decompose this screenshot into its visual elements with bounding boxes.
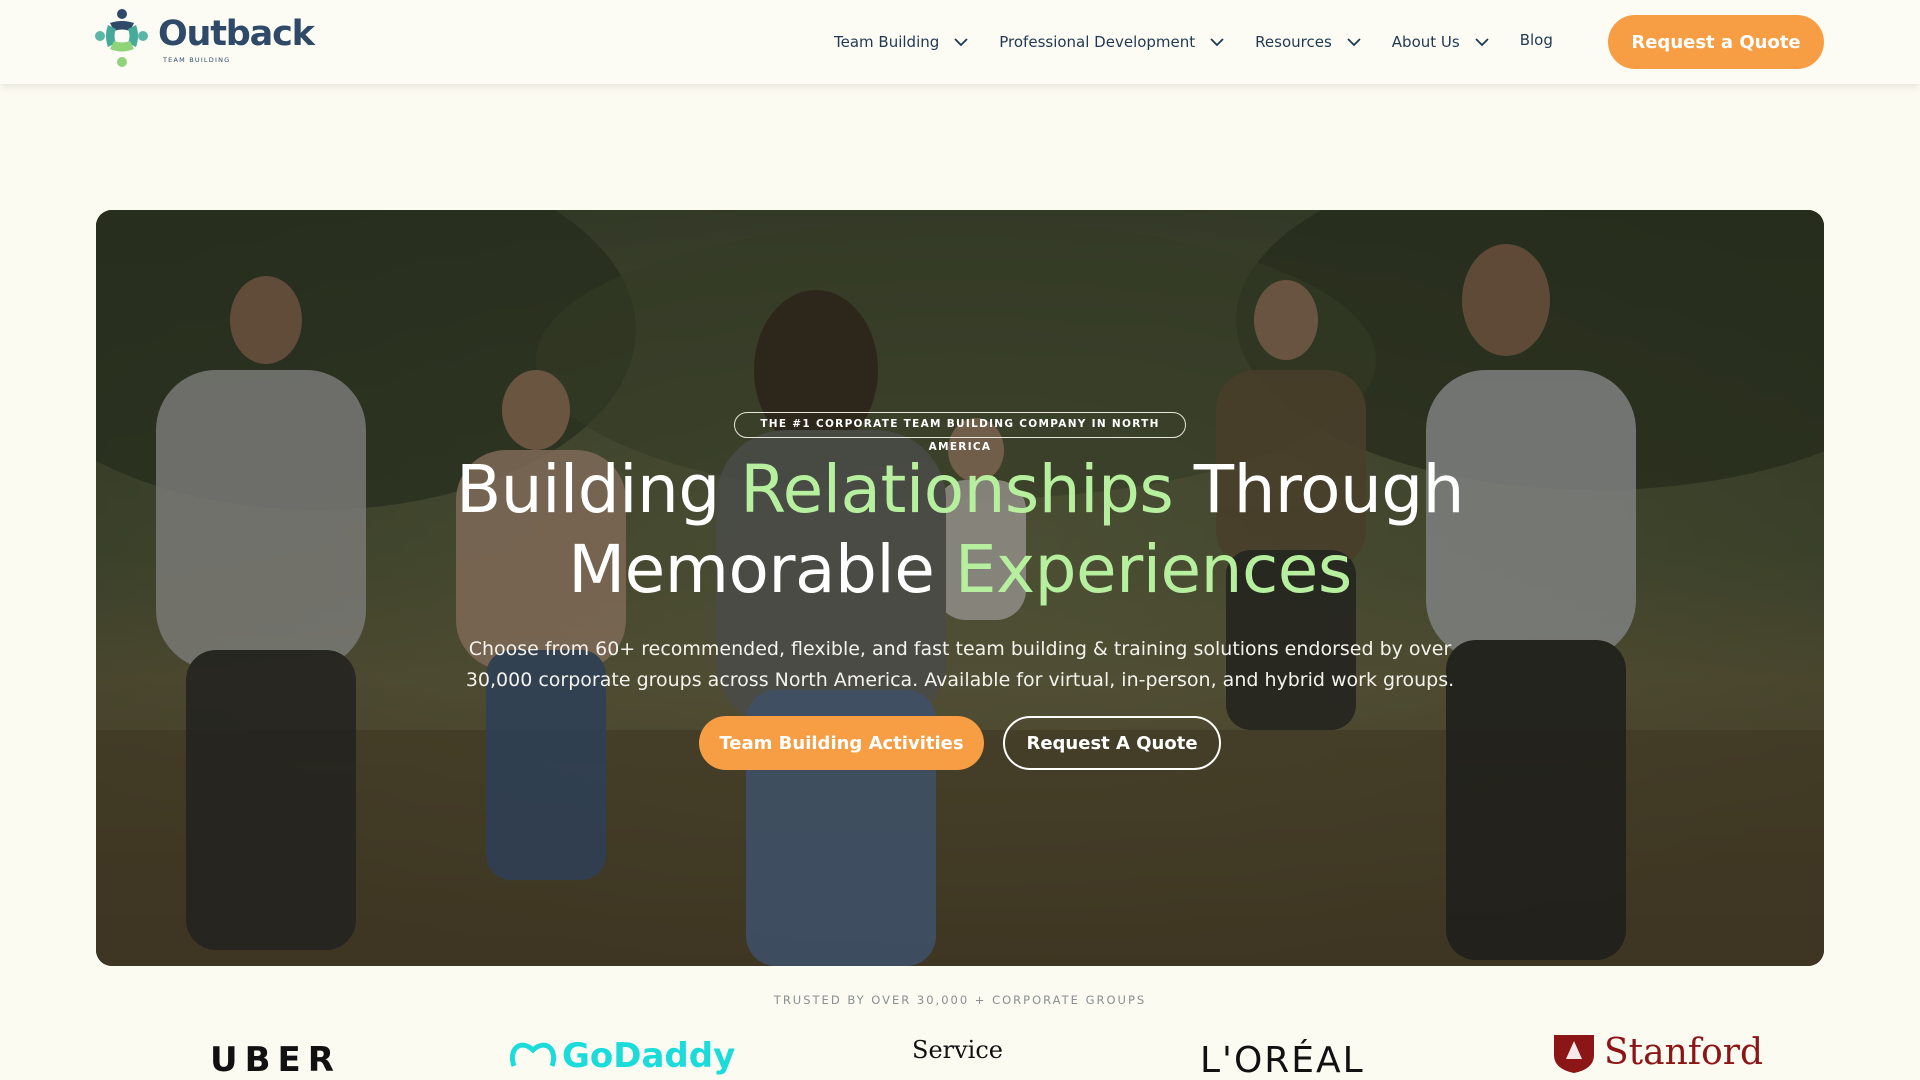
nav-item-professional-development[interactable]: Professional Development <box>985 0 1241 84</box>
chevron-down-icon <box>953 34 969 50</box>
logo-tagline: TEAM BUILDING <box>163 56 231 64</box>
main-nav: Team Building Professional Development R… <box>820 0 1575 84</box>
client-logo-text: GoDaddy <box>562 1036 736 1076</box>
client-logo-text: UBER <box>210 1040 341 1080</box>
headline-word: Memorable <box>568 531 935 608</box>
nav-item-label: Professional Development <box>999 33 1196 51</box>
client-logo-text: Stanford <box>1604 1032 1764 1073</box>
team-building-activities-button[interactable]: Team Building Activities <box>699 716 984 770</box>
client-logo-service: Service <box>912 1036 1003 1064</box>
nav-item-label: About Us <box>1391 33 1460 51</box>
hero-content: THE #1 CORPORATE TEAM BUILDING COMPANY I… <box>96 210 1824 966</box>
chevron-down-icon <box>1346 34 1362 50</box>
godaddy-icon <box>508 1036 558 1076</box>
client-logo-godaddy: GoDaddy <box>508 1036 735 1076</box>
request-quote-header-button[interactable]: Request a Quote <box>1608 15 1824 69</box>
client-logos: UBER GoDaddy Service L'ORÉAL Stanford <box>0 1032 1920 1080</box>
chevron-down-icon <box>1474 34 1490 50</box>
client-logo-text: Service <box>912 1036 1003 1064</box>
logo-wordmark: Outback <box>158 14 315 54</box>
stanford-shield-icon <box>1552 1033 1596 1073</box>
client-logo-uber: UBER <box>210 1040 341 1080</box>
nav-item-label: Resources <box>1255 33 1332 51</box>
nav-item-resources[interactable]: Resources <box>1241 0 1378 84</box>
hero-subtext-line: 30,000 corporate groups across North Ame… <box>465 669 1455 691</box>
hero-subtext-line: Choose from 60+ recommended, flexible, a… <box>468 638 1452 660</box>
headline-word: Through <box>1193 451 1465 528</box>
logo-link[interactable]: Outback TEAM BUILDING <box>94 7 315 69</box>
trusted-by-label: TRUSTED BY OVER 30,000 + CORPORATE GROUP… <box>773 993 1147 1007</box>
request-quote-hero-button[interactable]: Request A Quote <box>1003 716 1221 770</box>
hero-eyebrow-badge: THE #1 CORPORATE TEAM BUILDING COMPANY I… <box>734 412 1186 453</box>
headline-highlight: Relationships <box>740 451 1174 528</box>
nav-item-label: Blog <box>1519 31 1553 49</box>
nav-item-blog[interactable]: Blog <box>1506 0 1575 82</box>
people-circle-logo-icon <box>94 7 156 69</box>
headline-word: Building <box>455 451 720 528</box>
hero-headline: Building Relationships Through Memorable… <box>96 450 1824 610</box>
nav-item-label: Team Building <box>834 33 940 51</box>
hero-subtext: Choose from 60+ recommended, flexible, a… <box>456 634 1464 696</box>
headline-highlight: Experiences <box>954 531 1352 608</box>
nav-item-about-us[interactable]: About Us <box>1378 0 1506 84</box>
client-logo-loreal: L'ORÉAL <box>1200 1040 1365 1080</box>
nav-item-team-building[interactable]: Team Building <box>820 0 985 84</box>
client-logo-text: L'ORÉAL <box>1200 1040 1365 1080</box>
chevron-down-icon <box>1209 34 1225 50</box>
client-logo-stanford: Stanford <box>1552 1032 1763 1073</box>
site-header: Outback TEAM BUILDING Team Building Prof… <box>0 0 1920 84</box>
hero-section: THE #1 CORPORATE TEAM BUILDING COMPANY I… <box>96 210 1824 966</box>
